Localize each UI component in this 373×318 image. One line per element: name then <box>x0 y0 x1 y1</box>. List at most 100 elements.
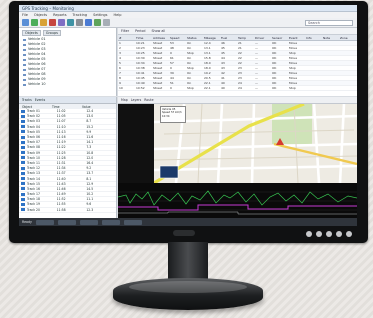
list-cell: Track 18 <box>26 197 40 202</box>
monitor-button[interactable] <box>336 231 342 237</box>
stop-icon[interactable] <box>49 19 56 26</box>
search-input[interactable]: Search <box>305 19 353 26</box>
column-header[interactable]: Fuel <box>220 36 237 40</box>
tab-tracks[interactable]: Tracks <box>22 98 32 102</box>
table-cell: 24 <box>238 86 242 90</box>
tree-node[interactable]: Vehicle 10 <box>22 82 113 87</box>
table-cell: Street <box>153 41 163 45</box>
tab-groups[interactable]: Groups <box>42 30 61 36</box>
list-cell: 11:10 <box>56 124 66 129</box>
menu-help[interactable]: Help <box>113 13 121 17</box>
column-header[interactable]: Note <box>322 36 339 40</box>
print-icon[interactable] <box>103 19 110 26</box>
column-header[interactable]: Info <box>305 36 322 40</box>
list-cell: Track 19 <box>26 202 40 207</box>
table-cell: 10:38 <box>136 66 145 70</box>
menu-tracking[interactable]: Tracking <box>73 13 88 17</box>
show-all-toggle[interactable]: Show all <box>151 29 165 33</box>
column-header[interactable]: # <box>118 36 135 40</box>
table-cell: 6 <box>119 66 121 70</box>
table-cell: Move <box>289 81 298 85</box>
list-cell: Track 12 <box>26 166 40 171</box>
column-header[interactable]: Driver <box>254 36 271 40</box>
list-cell: 11:43 <box>56 181 66 186</box>
task-button-1[interactable] <box>35 219 54 225</box>
list-cell: 11:52 <box>56 197 66 202</box>
layers-tab[interactable]: Layers <box>131 98 142 102</box>
task-button-3[interactable] <box>79 219 98 225</box>
report-icon[interactable] <box>58 19 65 26</box>
menu-objects[interactable]: Objects <box>34 13 47 17</box>
list-cell: Track 04 <box>26 124 40 129</box>
table-cell: OK <box>272 51 277 55</box>
tab-objects[interactable]: Objects <box>22 30 41 36</box>
table-cell: — <box>255 81 258 85</box>
column-header[interactable]: Time <box>135 36 152 40</box>
map-icon[interactable] <box>67 19 74 26</box>
table-cell: 22.1 <box>204 81 211 85</box>
toolbar: Search <box>19 18 357 28</box>
table-row[interactable]: 10 10:52 Street 0 Stop 22.1 40 24 — OK Stop <box>118 86 357 91</box>
filter-label[interactable]: Filter <box>121 29 129 33</box>
user-icon[interactable] <box>85 19 92 26</box>
table-cell: 41 <box>221 76 225 80</box>
list-item[interactable]: Track 20 11:58 12.3 <box>19 208 116 213</box>
list-cell: 12.9 <box>86 181 94 186</box>
list-cell: 11:58 <box>56 207 66 212</box>
route-tab[interactable]: Route <box>144 98 153 102</box>
monitor-button[interactable] <box>306 231 312 237</box>
task-button-2[interactable] <box>57 219 76 225</box>
table-cell: Street <box>153 66 163 70</box>
list-cell: 11:46 <box>56 186 66 191</box>
table-cell: 10:30 <box>136 56 145 60</box>
chart-icon[interactable] <box>94 19 101 26</box>
list-cell: Track 07 <box>26 140 40 145</box>
table-cell: 22 <box>238 61 242 65</box>
table-cell: On <box>187 56 192 60</box>
column-header[interactable]: Zone <box>339 36 356 40</box>
map-tab[interactable]: Map <box>121 98 128 102</box>
list-cell: Track 11 <box>26 160 40 165</box>
track-color-icon <box>21 161 25 165</box>
column-header[interactable]: Event <box>288 36 305 40</box>
column-header[interactable]: Speed <box>169 36 186 40</box>
table-cell: 18.0 <box>204 66 211 70</box>
sensor-chart[interactable] <box>118 183 357 218</box>
list-cell: Track 05 <box>26 129 40 134</box>
table-cell: 10:23 <box>136 46 145 50</box>
brand-logo <box>173 230 195 236</box>
column-header[interactable]: Address <box>152 36 169 40</box>
column-header[interactable]: Mileage <box>203 36 220 40</box>
list-cell: 8.1 <box>86 176 92 181</box>
task-button-4[interactable] <box>101 219 120 225</box>
menu-settings[interactable]: Settings <box>93 13 107 17</box>
menu-file[interactable]: File <box>22 13 28 17</box>
refresh-icon[interactable] <box>31 19 38 26</box>
menu-reports[interactable]: Reports <box>53 13 66 17</box>
list-cell: 11:25 <box>56 150 66 155</box>
list-cell: 11:16 <box>56 135 66 140</box>
list-cell: 11:31 <box>56 160 66 165</box>
list-cell: Track 17 <box>26 192 40 197</box>
monitor-button[interactable] <box>326 231 332 237</box>
list-cell: Track 09 <box>26 150 40 155</box>
open-icon[interactable] <box>22 19 29 26</box>
list-column-header: Time <box>52 104 60 109</box>
table-cell: — <box>255 61 258 65</box>
window-title: GPS Tracking – Monitoring <box>19 5 357 12</box>
column-header[interactable]: Temp <box>237 36 254 40</box>
settings-icon[interactable] <box>76 19 83 26</box>
monitor-button[interactable] <box>316 231 322 237</box>
table-cell: 0 <box>170 51 172 55</box>
column-header[interactable]: Status <box>186 36 203 40</box>
power-button[interactable] <box>346 231 352 237</box>
tab-events[interactable]: Events <box>35 98 45 102</box>
table-cell: 22.1 <box>204 86 211 90</box>
folder-icon[interactable] <box>40 19 47 26</box>
column-header[interactable]: Sensor <box>271 36 288 40</box>
period-label[interactable]: Period <box>135 29 145 33</box>
table-cell: 10:25 <box>136 51 145 55</box>
list-cell: 11:55 <box>56 202 66 207</box>
data-grid: Filter Period Show all # Time Address Speed… <box>118 28 357 96</box>
task-button-5[interactable] <box>123 219 142 225</box>
